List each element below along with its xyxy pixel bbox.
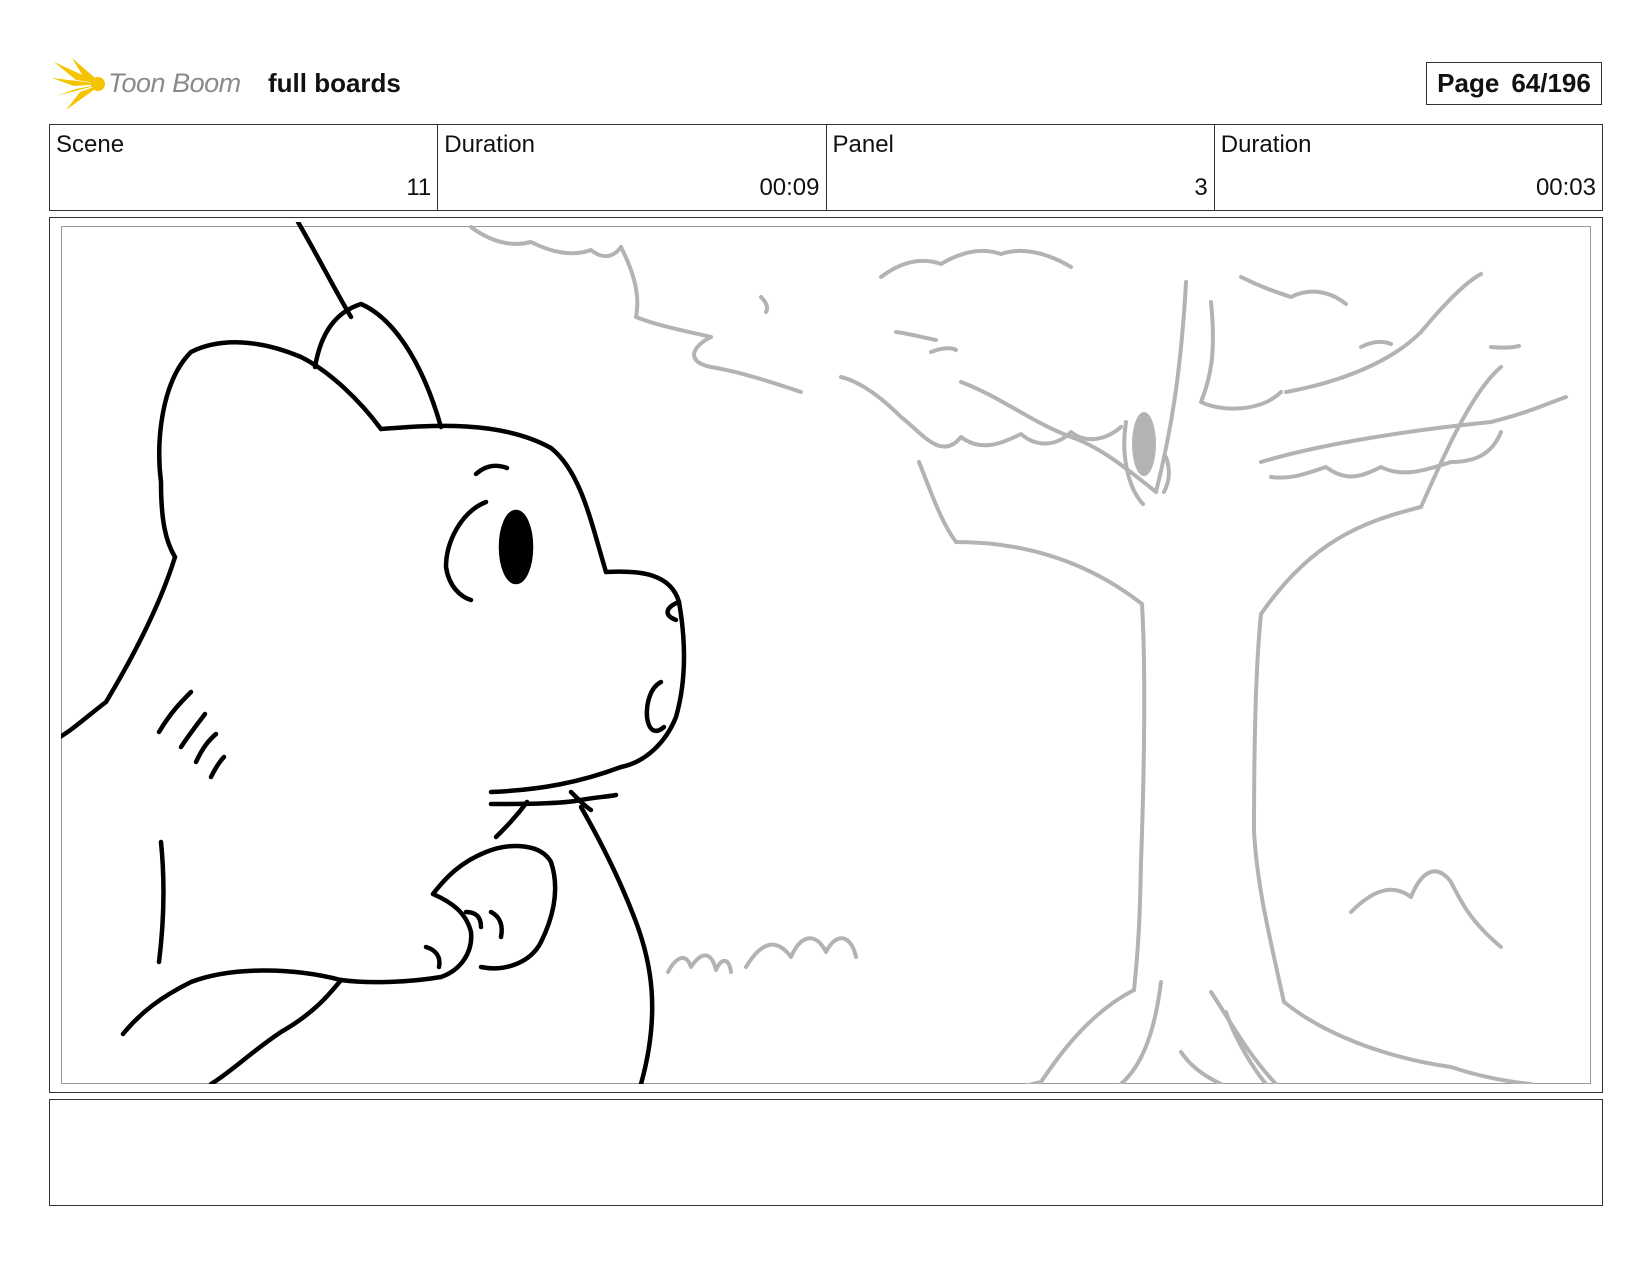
panel-duration-label: Duration bbox=[1220, 131, 1312, 158]
brand-name: Toon Boom bbox=[108, 68, 241, 98]
panel-notes-box bbox=[49, 1099, 1603, 1206]
scene-duration-cell: Duration 00:09 bbox=[438, 125, 827, 210]
project-title: full boards bbox=[268, 68, 401, 98]
scene-cell: Scene 11 bbox=[50, 125, 439, 210]
sketch-canvas bbox=[61, 222, 1568, 1084]
page-label: Page bbox=[1437, 68, 1500, 98]
panel-label: Panel bbox=[832, 131, 894, 158]
storyboard-sketch bbox=[61, 222, 1591, 1084]
cat-sketch bbox=[61, 222, 687, 1084]
scene-value: 11 bbox=[406, 174, 432, 201]
sunburst-icon bbox=[52, 58, 105, 110]
page-indicator: Page 64/196 bbox=[1426, 62, 1602, 105]
panel-duration-cell: Duration 00:03 bbox=[1215, 125, 1602, 210]
panel-cell: Panel 3 bbox=[827, 125, 1215, 210]
panel-duration-value: 00:03 bbox=[1535, 174, 1596, 201]
tree-sketch bbox=[469, 225, 1568, 1084]
toon-boom-logo: Toon Boom bbox=[52, 58, 252, 112]
panel-value: 3 bbox=[1194, 174, 1208, 201]
scene-duration-label: Duration bbox=[444, 131, 535, 158]
page-number: 64/196 bbox=[1511, 68, 1591, 98]
scene-info-table: Scene 11 Duration 00:09 Panel 3 Duration… bbox=[49, 124, 1603, 211]
scene-duration-value: 00:09 bbox=[759, 174, 820, 201]
scene-label: Scene bbox=[56, 131, 125, 158]
